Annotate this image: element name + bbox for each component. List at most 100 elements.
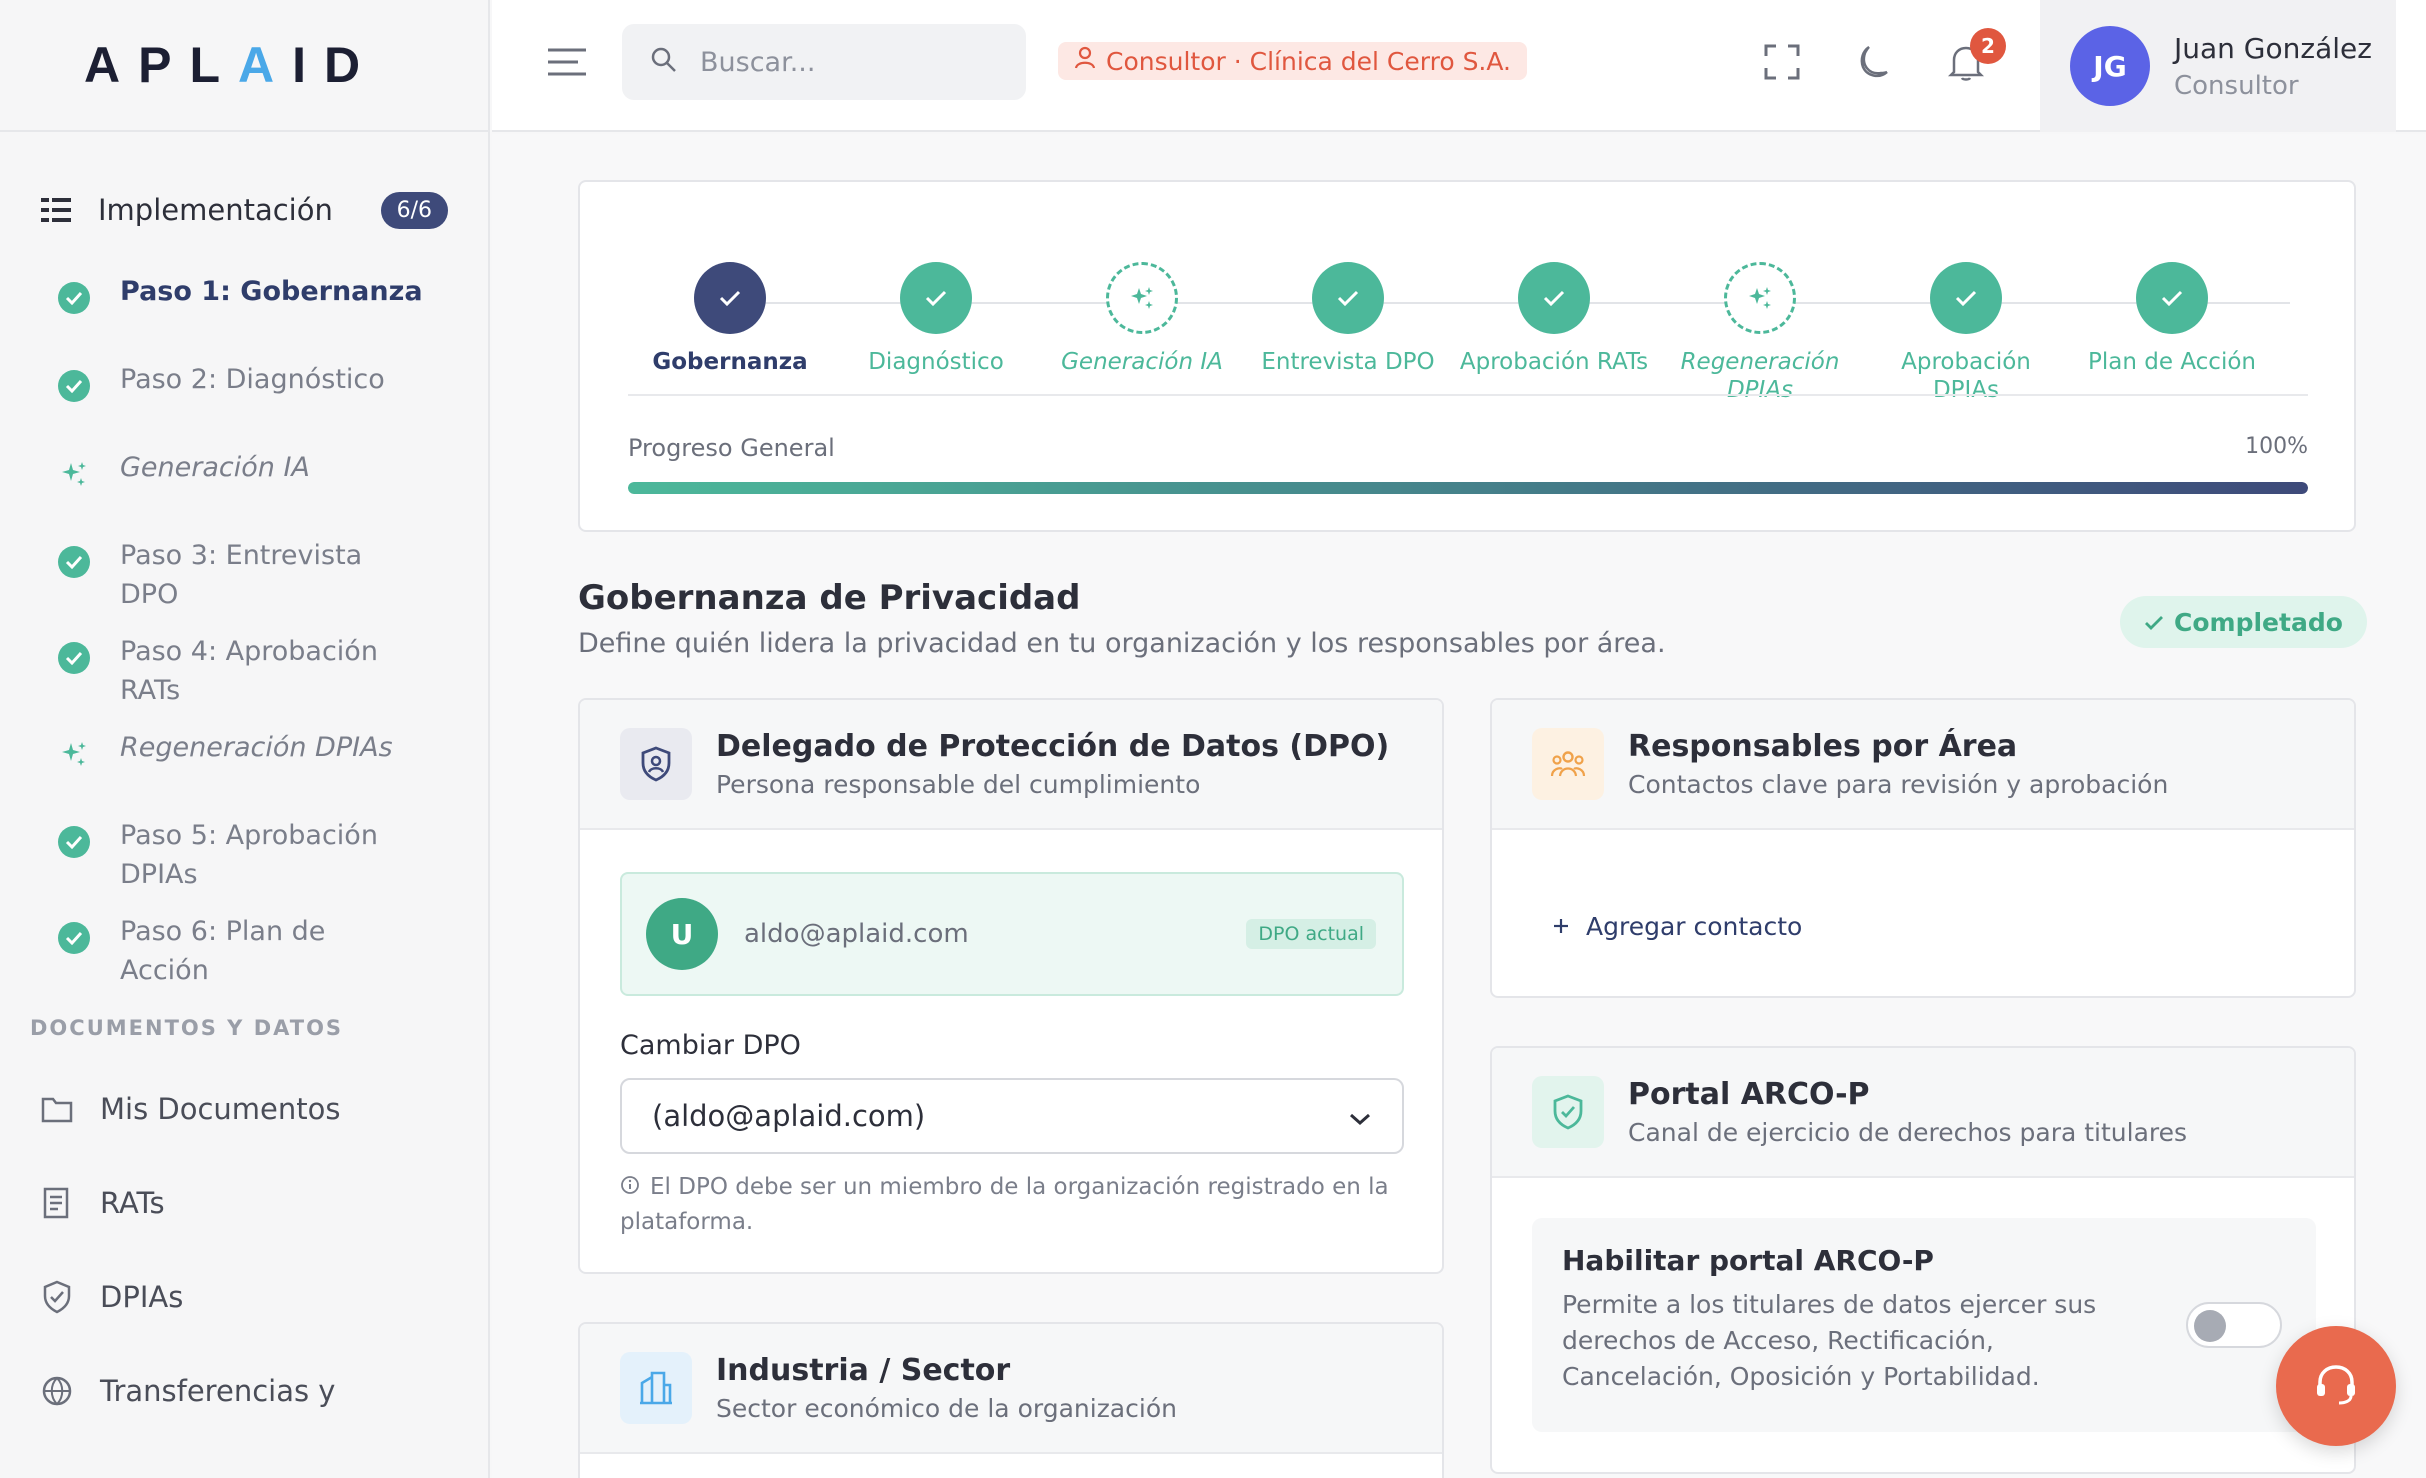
sidebar-step-5[interactable]: Paso 5: Aprobación DPIAs [0, 816, 488, 894]
search-placeholder: Buscar... [700, 46, 816, 78]
sidebar-step-label: Paso 3: Entrevista DPO [120, 540, 363, 610]
stepper-step-plan-accion[interactable]: Plan de Acción [2072, 262, 2272, 376]
headset-icon [2310, 1358, 2362, 1414]
responsables-card-title: Responsables por Área [1628, 729, 2018, 764]
sidebar-step-label: Paso 2: Diagnóstico [120, 364, 385, 395]
check-icon [58, 282, 90, 314]
stepper-step-label: Generación IA [1061, 349, 1223, 375]
stepper-step-aprobacion-rats[interactable]: Aprobación RATs [1454, 262, 1654, 376]
sidebar-item-transferencias[interactable]: Transferencias y [0, 1344, 488, 1438]
sidebar-step-label: Regeneración DPIAs [120, 732, 393, 763]
sidebar-docs-heading: DOCUMENTOS Y DATOS [30, 1016, 344, 1040]
moon-icon[interactable] [1852, 40, 1896, 84]
stepper-step-label: Entrevista DPO [1261, 349, 1435, 375]
dpo-card-header: Delegado de Protección de Datos (DPO) Pe… [580, 700, 1442, 830]
sidebar-implementation[interactable]: Implementación 6/6 [40, 154, 448, 266]
status-badge: Completado [2120, 596, 2367, 648]
check-icon [58, 546, 90, 578]
arco-card-title: Portal ARCO-P [1628, 1077, 1870, 1112]
logo[interactable]: APLAID [0, 0, 488, 132]
arco-toggle-panel: Habilitar portal ARCO-P Permite a los ti… [1532, 1218, 2316, 1432]
sidebar-item-mis-documentos[interactable]: Mis Documentos [0, 1062, 488, 1156]
search-icon [650, 46, 678, 78]
sidebar-item-rats[interactable]: RATs [0, 1156, 488, 1250]
sidebar-step-ai-regeneration[interactable]: Regeneración DPIAs [0, 728, 488, 798]
menu-icon[interactable] [546, 46, 588, 86]
dpo-tag: DPO actual [1246, 919, 1376, 949]
dpo-card-subtitle: Persona responsable del cumplimiento [716, 770, 1201, 799]
sidebar-link-label: Transferencias y [100, 1374, 336, 1408]
check-icon [1518, 262, 1590, 334]
check-icon [900, 262, 972, 334]
dpo-card: Delegado de Protección de Datos (DPO) Pe… [578, 698, 1444, 1274]
bell-icon[interactable]: 2 [1944, 28, 2006, 84]
avatar: JG [2070, 26, 2150, 106]
shield-user-icon [620, 728, 692, 800]
sidebar-step-label: Paso 4: Aprobación RATs [120, 636, 378, 706]
check-icon [2144, 608, 2164, 637]
document-list-icon [40, 1186, 74, 1220]
avatar: U [646, 898, 718, 970]
globe-icon [40, 1374, 74, 1408]
arco-card-header: Portal ARCO-P Canal de ejercicio de dere… [1492, 1048, 2354, 1178]
responsables-card-subtitle: Contactos clave para revisión y aprobaci… [1628, 770, 2169, 799]
stepper-step-label: Plan de Acción [2088, 349, 2256, 375]
user-menu[interactable]: JG Juan González Consultor [2040, 0, 2396, 132]
support-button[interactable] [2276, 1326, 2396, 1446]
stepper-step-generacion-ia[interactable]: Generación IA [1042, 262, 1242, 376]
check-icon [2136, 262, 2208, 334]
stepper-step-gobernanza[interactable]: Gobernanza [630, 262, 830, 376]
sidebar-link-label: Mis Documentos [100, 1092, 341, 1126]
plus-icon [1552, 912, 1570, 941]
sidebar-step-6[interactable]: Paso 6: Plan de Acción [0, 912, 488, 990]
sidebar-step-label: Paso 5: Aprobación DPIAs [120, 820, 378, 890]
topbar: Buscar... Consultor · Clínica del Cerro … [492, 0, 2426, 132]
shield-icon [40, 1280, 74, 1314]
sparkle-icon [1106, 262, 1178, 334]
dpo-select[interactable]: (aldo@aplaid.com) [620, 1078, 1404, 1154]
fullscreen-icon[interactable] [1760, 40, 1804, 84]
industry-card: Industria / Sector Sector económico de l… [578, 1322, 1444, 1478]
sidebar-step-ai-generation[interactable]: Generación IA [0, 448, 488, 518]
stepper-step-regeneracion-dpias[interactable]: Regeneración DPIAs [1660, 262, 1860, 404]
sidebar: APLAID Implementación 6/6 Paso 1: Gobern… [0, 0, 490, 1478]
logo-text: APLAID [84, 37, 379, 93]
implementation-count-badge: 6/6 [380, 191, 448, 229]
page-subtitle: Define quién lidera la privacidad en tu … [578, 628, 1666, 659]
arco-toggle-title: Habilitar portal ARCO-P [1562, 1244, 1934, 1277]
check-icon [58, 922, 90, 954]
sidebar-step-3[interactable]: Paso 3: Entrevista DPO [0, 536, 488, 614]
sidebar-step-2[interactable]: Paso 2: Diagnóstico [0, 360, 488, 430]
dpo-hint: El DPO debe ser un miembro de la organiz… [620, 1170, 1404, 1239]
stepper-step-entrevista-dpo[interactable]: Entrevista DPO [1248, 262, 1448, 376]
stepper-step-diagnostico[interactable]: Diagnóstico [836, 262, 1036, 376]
sidebar-step-label: Paso 1: Gobernanza [120, 276, 423, 307]
sidebar-step-4[interactable]: Paso 4: Aprobación RATs [0, 632, 488, 710]
responsables-card: Responsables por Área Contactos clave pa… [1490, 698, 2356, 998]
arco-toggle-description: Permite a los titulares de datos ejercer… [1562, 1290, 2097, 1391]
current-dpo: U aldo@aplaid.com DPO actual [620, 872, 1404, 996]
role-badge-text: Consultor · Clínica del Cerro S.A. [1106, 46, 1511, 76]
search-input[interactable]: Buscar... [622, 24, 1026, 100]
arco-card: Portal ARCO-P Canal de ejercicio de dere… [1490, 1046, 2356, 1474]
dpo-hint-text: El DPO debe ser un miembro de la organiz… [620, 1174, 1389, 1235]
add-contact-button[interactable]: Agregar contacto [1552, 912, 1802, 941]
check-icon [1312, 262, 1384, 334]
main-content: Gobernanza Diagnóstico Generación IA Ent… [492, 134, 2426, 1478]
arco-card-subtitle: Canal de ejercicio de derechos para titu… [1628, 1118, 2188, 1147]
page-title: Gobernanza de Privacidad [578, 578, 1081, 618]
sidebar-step-1[interactable]: Paso 1: Gobernanza [0, 272, 488, 342]
list-icon [40, 194, 72, 226]
check-icon [58, 642, 90, 674]
stepper-step-label: Diagnóstico [868, 349, 1004, 375]
status-badge-text: Completado [2174, 607, 2343, 637]
sidebar-step-label: Generación IA [120, 452, 310, 483]
sparkle-icon [54, 734, 94, 774]
sidebar-item-dpias[interactable]: DPIAs [0, 1250, 488, 1344]
toggle-knob [2194, 1310, 2226, 1342]
user-role: Consultor [2174, 70, 2299, 101]
arco-toggle[interactable] [2186, 1302, 2282, 1348]
progress-bar-fill [628, 482, 2308, 494]
stepper-step-aprobacion-dpias[interactable]: Aprobación DPIAs [1866, 262, 2066, 404]
progress-percent: 100% [2245, 434, 2308, 459]
